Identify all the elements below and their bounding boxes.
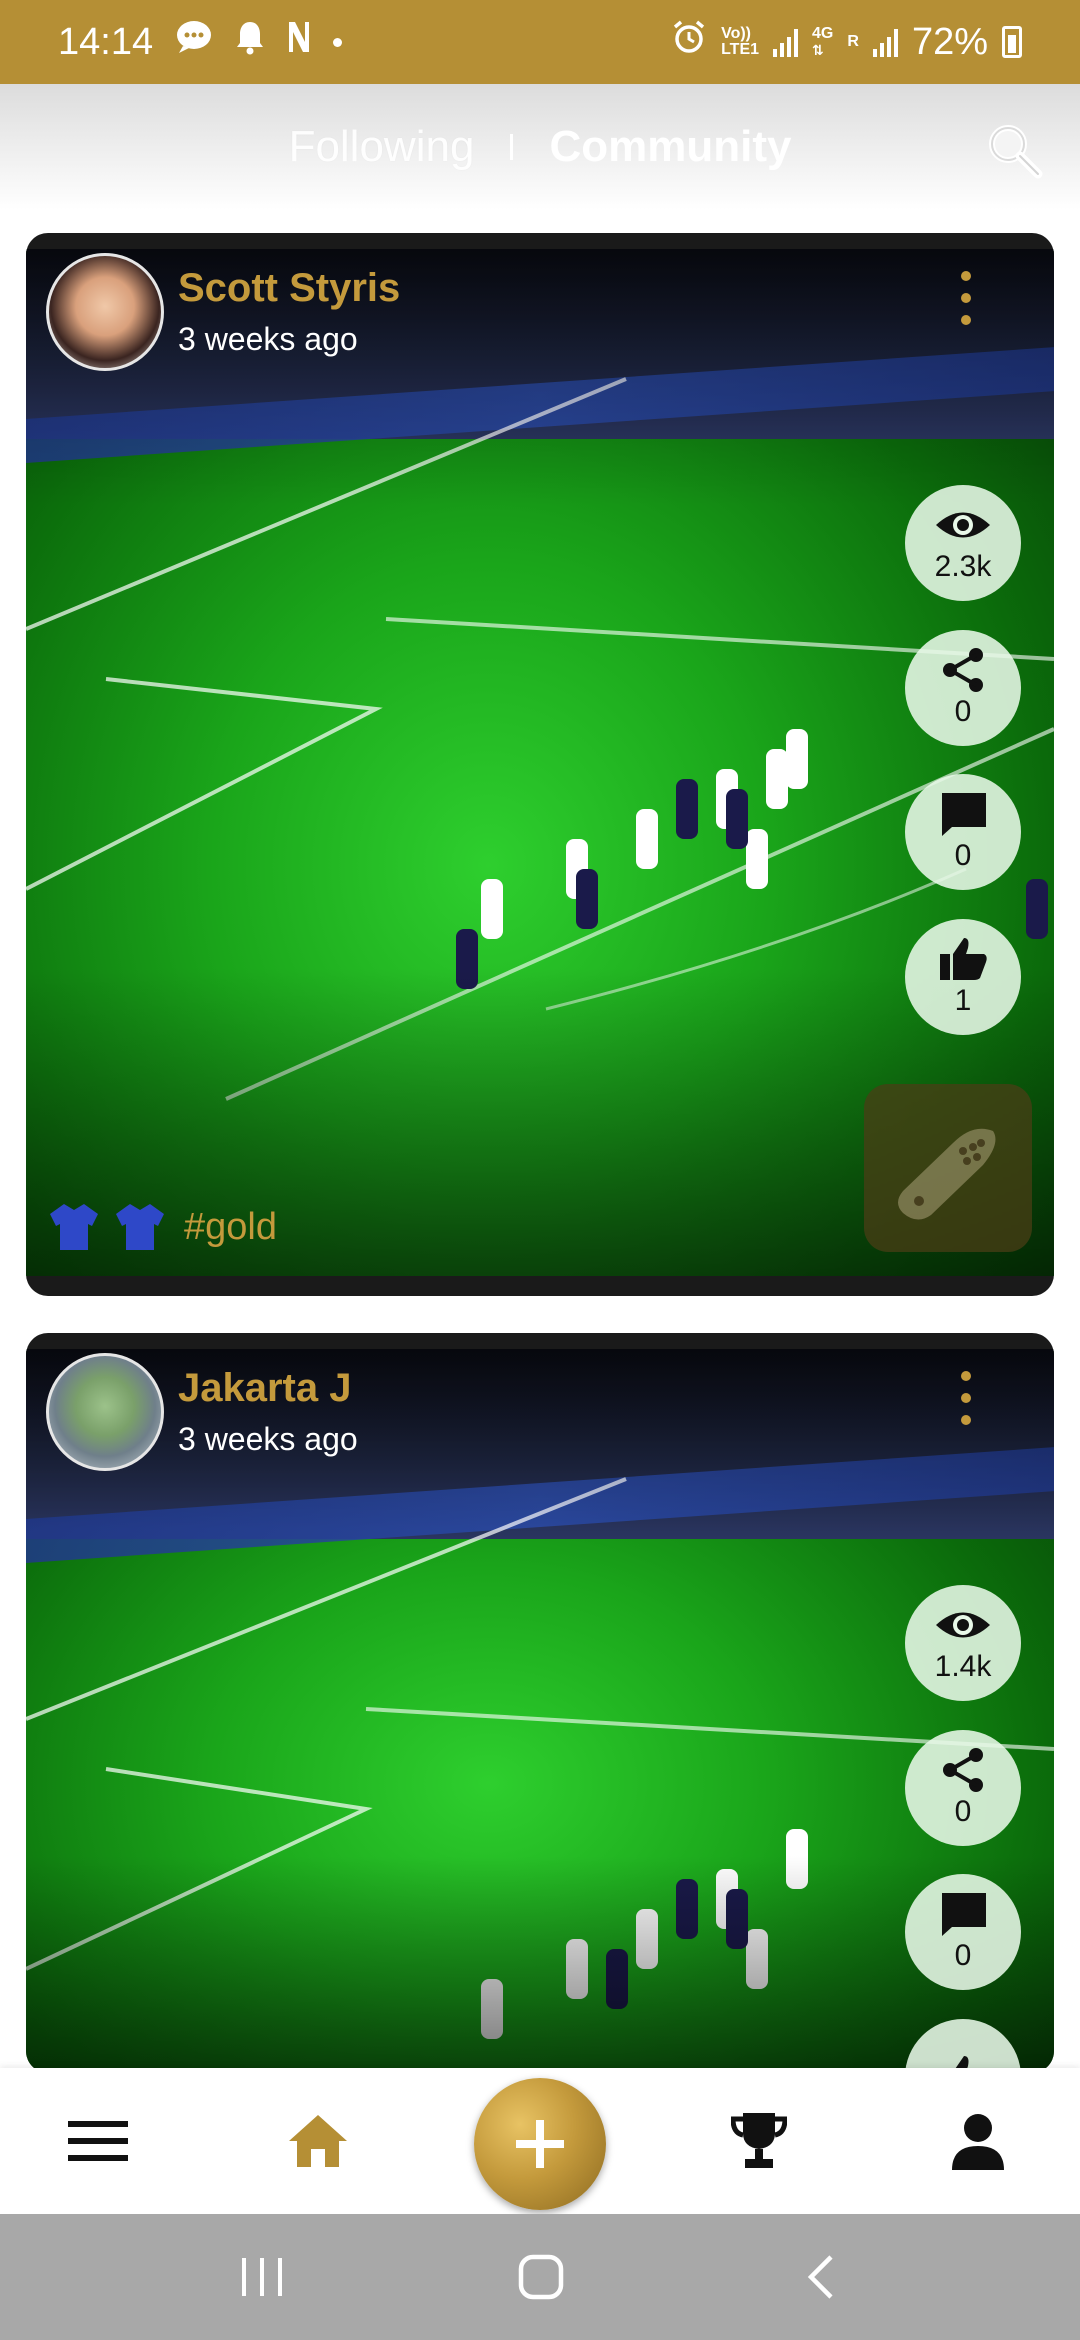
menu-icon [68,2121,128,2161]
tab-community[interactable]: Community [549,122,791,172]
views-count: 1.4k [934,1650,992,1683]
avatar[interactable] [46,253,164,371]
trophy-icon [731,2113,787,2168]
post-author[interactable]: Scott Styris [178,266,400,311]
chat-bubble-icon [175,20,213,64]
bell-icon [235,19,265,65]
back-button[interactable] [800,2252,840,2302]
n-icon [287,20,311,64]
leaderboard-button[interactable] [723,2108,795,2174]
likes-count: 1 [954,984,972,1017]
share-button[interactable]: 0 [905,630,1021,746]
post-meta: Scott Styris 3 weeks ago [178,266,400,358]
thumbs-up-icon [940,938,987,980]
more-vertical-icon [961,271,971,281]
football-boot-icon [898,1128,996,1220]
home-icon [289,2115,347,2167]
alarm-icon [671,19,707,65]
recents-icon [242,2258,282,2296]
views-count: 2.3k [934,550,992,583]
hashtag[interactable]: #gold [184,1206,277,1249]
more-vertical-icon [961,1371,971,1381]
post-time: 3 weeks ago [178,321,358,357]
post-header: Scott Styris 3 weeks ago [46,253,400,371]
recents-button[interactable] [236,2252,288,2302]
search-button[interactable] [984,120,1044,180]
comments-count: 0 [954,1939,972,1972]
comment-button[interactable]: 0 [905,774,1021,890]
battery-icon [1002,26,1022,58]
tab-following[interactable]: Following [289,122,475,172]
share-icon [943,1748,983,1792]
network-type-label: 4G [812,25,834,42]
post-time: 3 weeks ago [178,1421,358,1457]
comment-button[interactable]: 0 [905,1874,1021,1990]
jersey-icon [50,1204,98,1250]
post-card[interactable]: Jakarta J 3 weeks ago 1.4k 0 0 [26,1333,1054,2073]
share-button[interactable]: 0 [905,1730,1021,1846]
eye-icon [936,1612,990,1638]
post-footer: #gold [48,1202,277,1252]
post-header: Jakarta J 3 weeks ago [46,1353,358,1471]
roaming-indicator: R [847,34,859,50]
profile-button[interactable] [942,2108,1014,2174]
comments-count: 0 [954,839,972,872]
menu-button[interactable] [62,2108,134,2174]
eye-icon [936,512,990,538]
volte-indicator: Vo)) LTE1 [721,26,759,58]
system-nav-bar [0,2214,1080,2340]
views-button[interactable]: 2.3k [905,485,1021,601]
lte-label: LTE1 [721,41,760,58]
feed-tabs: Following Community [0,84,1080,210]
volte-label: Vo)) [721,25,752,42]
signal-icon [773,27,799,57]
home-button[interactable] [282,2108,354,2174]
avatar[interactable] [46,1353,164,1471]
post-author[interactable]: Jakarta J [178,1366,358,1411]
shares-count: 0 [954,695,972,728]
views-button[interactable]: 1.4k [905,1585,1021,1701]
system-home-button[interactable] [516,2252,566,2302]
search-icon [984,125,1044,184]
back-icon [807,2255,833,2299]
share-icon [943,648,983,692]
more-options-button[interactable] [958,271,974,325]
dot-icon [333,37,343,47]
status-bar: 14:14 Vo)) LTE1 4G ⇅ R 72% [0,0,1080,84]
tab-divider [510,134,514,160]
status-time: 14:14 [58,20,154,63]
system-home-icon [518,2254,564,2300]
comment-icon [942,1893,986,1936]
post-meta: Jakarta J 3 weeks ago [178,1366,358,1458]
like-button[interactable]: 1 [905,919,1021,1035]
roaming-label: R [847,33,859,50]
add-post-button[interactable] [474,2078,606,2210]
shares-count: 0 [954,1795,972,1828]
profile-icon [952,2114,1004,2170]
comment-icon [942,793,986,836]
boot-badge[interactable] [864,1084,1032,1252]
signal-icon-2 [872,27,898,57]
jersey-icon [116,1204,164,1250]
bottom-nav [0,2068,1080,2214]
plus-icon [516,2120,564,2168]
battery-percent: 72% [911,20,988,63]
network-type: 4G ⇅ [812,25,834,59]
post-card[interactable]: Scott Styris 3 weeks ago 2.3k 0 0 1 #gol… [26,233,1054,1296]
more-options-button[interactable] [958,1371,974,1425]
